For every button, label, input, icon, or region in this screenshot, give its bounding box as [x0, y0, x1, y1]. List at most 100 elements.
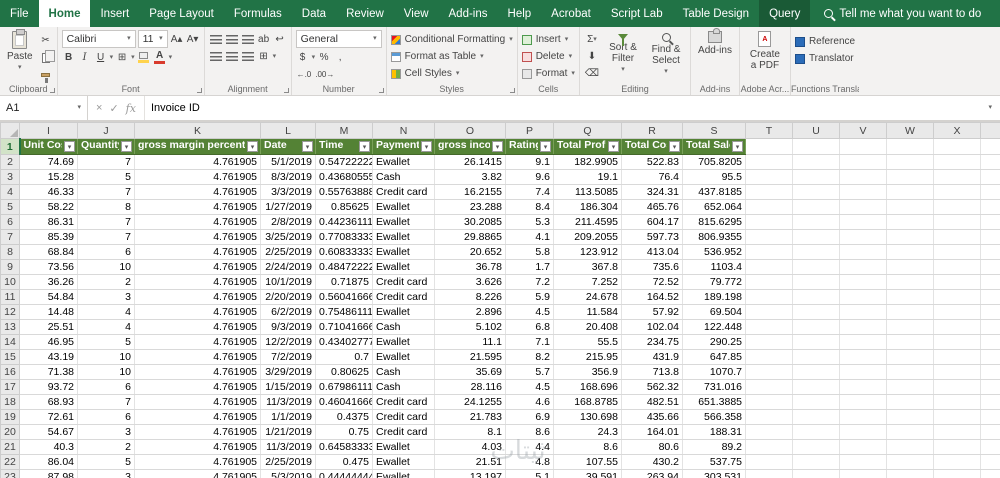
accounting-format-icon[interactable]: $ — [296, 50, 310, 65]
column-header-V[interactable]: V — [839, 122, 887, 139]
empty-cell[interactable] — [745, 274, 793, 290]
cell-R23[interactable]: 263.94 — [621, 469, 683, 478]
empty-cell[interactable] — [792, 334, 840, 350]
empty-cell[interactable] — [745, 169, 793, 185]
empty-cell[interactable] — [886, 199, 934, 215]
cell-N18[interactable]: Credit card — [372, 394, 435, 410]
cell-P13[interactable]: 6.8 — [505, 319, 554, 335]
column-header-P[interactable]: P — [505, 122, 554, 139]
filter-dropdown-icon[interactable]: ▾ — [492, 141, 503, 152]
cell-S19[interactable]: 566.358 — [682, 409, 746, 425]
row-header-15[interactable]: 15 — [0, 349, 20, 365]
enter-icon[interactable]: ✓ — [109, 102, 118, 115]
cell-I6[interactable]: 86.31 — [19, 214, 78, 230]
cell-N11[interactable]: Credit card — [372, 289, 435, 305]
tab-review[interactable]: Review — [336, 0, 394, 27]
cell-S8[interactable]: 536.952 — [682, 244, 746, 260]
cell-R3[interactable]: 76.4 — [621, 169, 683, 185]
cell-N7[interactable]: Ewallet — [372, 229, 435, 245]
empty-cell[interactable] — [745, 469, 793, 478]
cell-S20[interactable]: 188.31 — [682, 424, 746, 440]
cell-K22[interactable]: 4.761905 — [134, 454, 261, 470]
cell-I12[interactable]: 14.48 — [19, 304, 78, 320]
cell-S9[interactable]: 1103.4 — [682, 259, 746, 275]
translator-button[interactable]: Translator — [794, 51, 855, 66]
cell-K5[interactable]: 4.761905 — [134, 199, 261, 215]
cell-K17[interactable]: 4.761905 — [134, 379, 261, 395]
cell-O3[interactable]: 3.82 — [434, 169, 506, 185]
row-header-20[interactable]: 20 — [0, 424, 20, 440]
cell-Q5[interactable]: 186.304 — [553, 199, 622, 215]
font-size-select[interactable]: 11 ▾ — [137, 30, 168, 48]
cell-L17[interactable]: 1/15/2019 — [260, 379, 316, 395]
empty-cell[interactable] — [886, 394, 934, 410]
underline-button[interactable]: U — [94, 50, 108, 65]
empty-cell[interactable] — [792, 274, 840, 290]
cell-P4[interactable]: 7.4 — [505, 184, 554, 200]
cell-M8[interactable]: 0.608333333 — [315, 244, 373, 260]
cell-R6[interactable]: 604.17 — [621, 214, 683, 230]
cell-J12[interactable]: 4 — [77, 304, 135, 320]
row-header-16[interactable]: 16 — [0, 364, 20, 380]
format-as-table-button[interactable]: Format as Table ▾ — [390, 49, 513, 64]
cell-R14[interactable]: 234.75 — [621, 334, 683, 350]
empty-cell[interactable] — [745, 334, 793, 350]
increase-decimal-icon[interactable]: ←.0 — [296, 67, 313, 82]
empty-cell[interactable] — [980, 244, 1000, 260]
cell-K2[interactable]: 4.761905 — [134, 154, 261, 170]
cell-O9[interactable]: 36.78 — [434, 259, 506, 275]
cell-K7[interactable]: 4.761905 — [134, 229, 261, 245]
filter-dropdown-icon[interactable]: ▾ — [359, 141, 370, 152]
cell-P3[interactable]: 9.6 — [505, 169, 554, 185]
empty-cell[interactable] — [886, 454, 934, 470]
empty-cell[interactable] — [980, 214, 1000, 230]
cell-P18[interactable]: 4.6 — [505, 394, 554, 410]
tab-help[interactable]: Help — [498, 0, 542, 27]
empty-cell[interactable] — [980, 274, 1000, 290]
empty-cell[interactable] — [792, 394, 840, 410]
cell-N13[interactable]: Cash — [372, 319, 435, 335]
cell-R16[interactable]: 713.8 — [621, 364, 683, 380]
row-header-17[interactable]: 17 — [0, 379, 20, 395]
row-header-8[interactable]: 8 — [0, 244, 20, 260]
select-all-button[interactable] — [0, 122, 20, 139]
cell-M19[interactable]: 0.4375 — [315, 409, 373, 425]
empty-cell[interactable] — [839, 334, 887, 350]
empty-cell[interactable] — [792, 199, 840, 215]
cell-N3[interactable]: Cash — [372, 169, 435, 185]
empty-cell[interactable] — [933, 214, 981, 230]
cancel-icon[interactable]: × — [96, 102, 102, 114]
cell-K23[interactable]: 4.761905 — [134, 469, 261, 478]
empty-cell[interactable] — [933, 274, 981, 290]
cell-M4[interactable]: 0.557638889 — [315, 184, 373, 200]
empty-cell[interactable] — [839, 289, 887, 305]
filter-dropdown-icon[interactable]: ▾ — [247, 141, 258, 152]
cell-J10[interactable]: 2 — [77, 274, 135, 290]
empty-cell[interactable] — [792, 319, 840, 335]
cell-J4[interactable]: 7 — [77, 184, 135, 200]
cell-K16[interactable]: 4.761905 — [134, 364, 261, 380]
decrease-font-icon[interactable]: A▾ — [186, 32, 200, 47]
empty-cell[interactable] — [745, 454, 793, 470]
empty-cell[interactable] — [933, 304, 981, 320]
cell-N19[interactable]: Credit card — [372, 409, 435, 425]
empty-cell[interactable] — [745, 229, 793, 245]
cell-O8[interactable]: 20.652 — [434, 244, 506, 260]
row-header-6[interactable]: 6 — [0, 214, 20, 230]
empty-cell[interactable] — [745, 424, 793, 440]
empty-cell[interactable] — [839, 379, 887, 395]
cell-K18[interactable]: 4.761905 — [134, 394, 261, 410]
cell-S10[interactable]: 79.772 — [682, 274, 746, 290]
format-cells-button[interactable]: Format ▾ — [521, 66, 575, 81]
cell-K6[interactable]: 4.761905 — [134, 214, 261, 230]
cell-I16[interactable]: 71.38 — [19, 364, 78, 380]
cell-L3[interactable]: 8/3/2019 — [260, 169, 316, 185]
cell-M14[interactable]: 0.434027778 — [315, 334, 373, 350]
reference-button[interactable]: Reference — [794, 34, 855, 49]
empty-cell[interactable] — [933, 244, 981, 260]
row-header-23[interactable]: 23 — [0, 469, 20, 478]
cell-L10[interactable]: 10/1/2019 — [260, 274, 316, 290]
empty-cell[interactable] — [980, 469, 1000, 478]
cell-J11[interactable]: 3 — [77, 289, 135, 305]
filter-dropdown-icon[interactable]: ▾ — [608, 141, 619, 152]
